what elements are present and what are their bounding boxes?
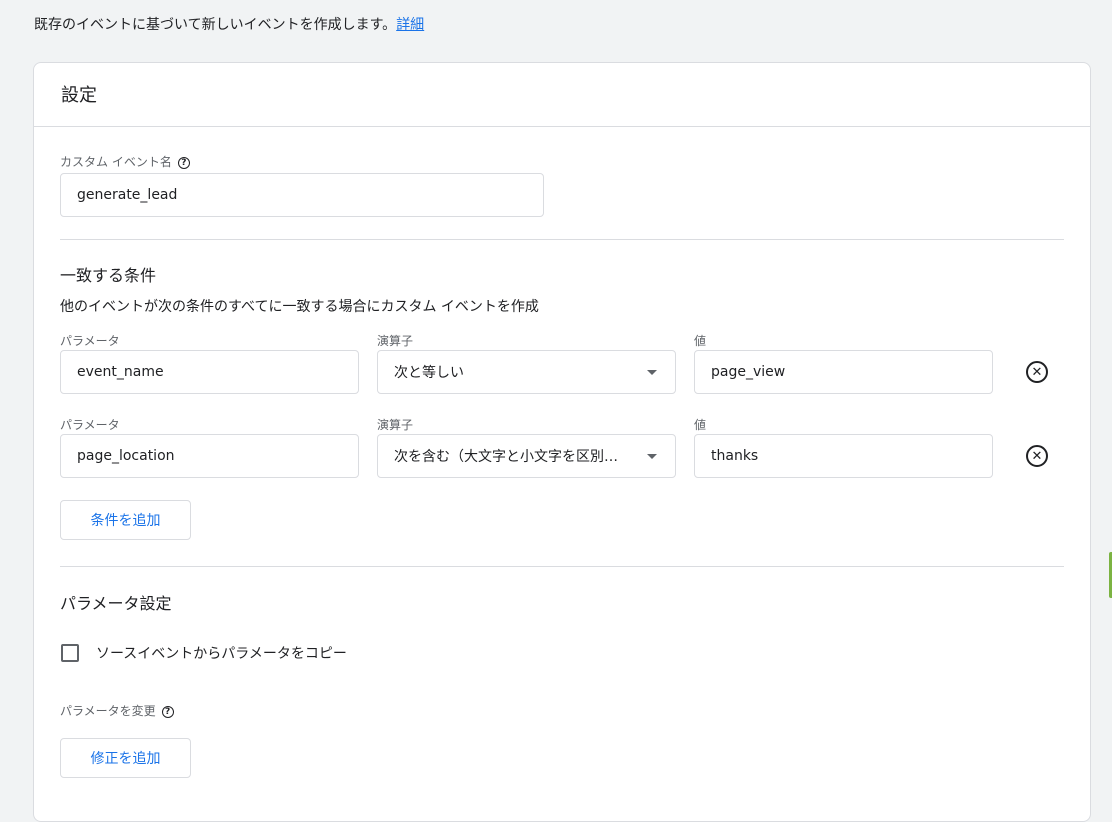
modify-params-label: パラメータを変更 <box>60 704 156 718</box>
divider <box>60 239 1064 240</box>
help-icon[interactable]: ? <box>177 156 190 169</box>
event-name-input[interactable]: generate_lead <box>60 173 544 217</box>
dropdown-arrow-icon <box>647 370 657 375</box>
modify-params-label-row: パラメータを変更? <box>60 702 174 719</box>
add-condition-button[interactable]: 条件を追加 <box>60 500 191 540</box>
event-name-label: カスタム イベント名 <box>60 155 172 169</box>
event-name-label-row: カスタム イベント名? <box>60 153 190 170</box>
param-input[interactable]: page_location <box>60 434 359 478</box>
add-modification-button[interactable]: 修正を追加 <box>60 738 191 778</box>
close-circle-icon[interactable]: ✕ <box>1026 445 1048 467</box>
intro-text: 既存のイベントに基づいて新しいイベントを作成します。詳細 <box>34 14 424 34</box>
conditions-description: 他のイベントが次の条件のすべてに一致する場合にカスタム イベントを作成 <box>60 299 539 315</box>
conditions-title: 一致する条件 <box>60 266 157 285</box>
param-settings-title: パラメータ設定 <box>60 594 172 613</box>
copy-params-checkbox[interactable] <box>61 644 79 662</box>
dropdown-arrow-icon <box>647 454 657 459</box>
operator-select[interactable]: 次を含む（大文字と小文字を区別… <box>377 434 676 478</box>
value-label: 値 <box>694 334 707 348</box>
operator-label: 演算子 <box>377 418 414 432</box>
copy-params-label[interactable]: ソースイベントからパラメータをコピー <box>96 643 347 663</box>
operator-selected-value: 次を含む（大文字と小文字を区別… <box>394 449 618 465</box>
param-input[interactable]: event_name <box>60 350 359 394</box>
details-link[interactable]: 詳細 <box>396 17 424 33</box>
close-circle-icon[interactable]: ✕ <box>1026 361 1048 383</box>
card-header: 設定 <box>34 63 1090 127</box>
operator-label: 演算子 <box>377 334 414 348</box>
param-label: パラメータ <box>60 334 120 348</box>
card-title: 設定 <box>61 85 97 106</box>
operator-select[interactable]: 次と等しい <box>377 350 676 394</box>
value-input[interactable]: thanks <box>694 434 993 478</box>
help-icon[interactable]: ? <box>161 705 174 718</box>
param-label: パラメータ <box>60 418 120 432</box>
operator-selected-value: 次と等しい <box>394 365 464 381</box>
value-label: 値 <box>694 418 707 432</box>
settings-card: 設定 カスタム イベント名? generate_lead 一致する条件 他のイベ… <box>33 62 1091 822</box>
intro-description: 既存のイベントに基づいて新しいイベントを作成します。 <box>34 17 397 33</box>
divider <box>60 566 1064 567</box>
value-input[interactable]: page_view <box>694 350 993 394</box>
